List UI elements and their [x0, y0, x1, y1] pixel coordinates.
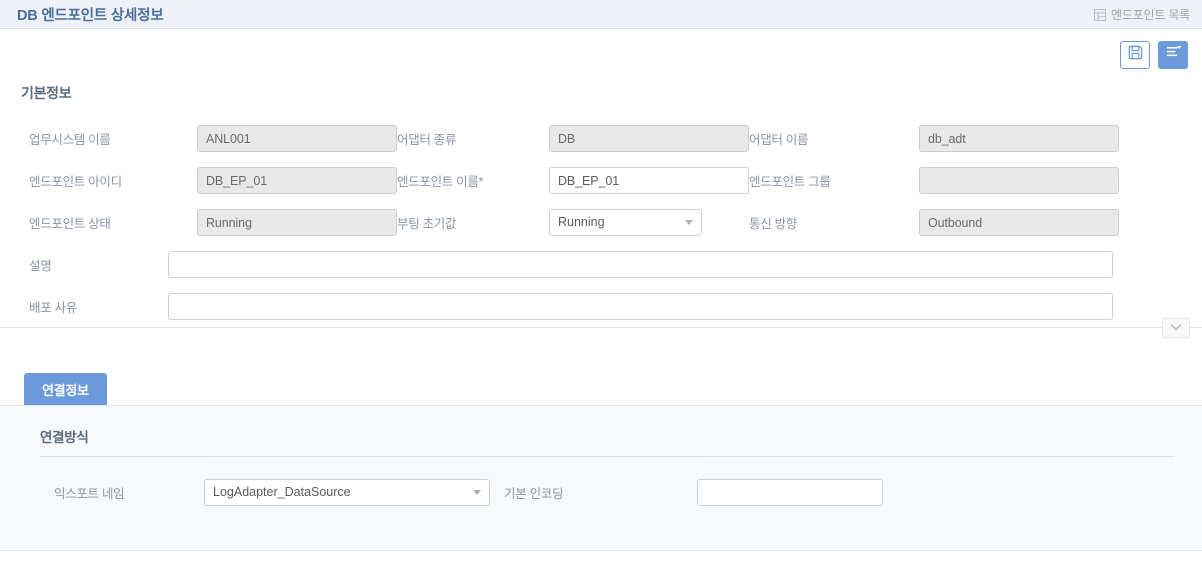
page-title: DB 엔드포인트 상세정보	[17, 4, 163, 25]
field-business-system-name: ANL001	[197, 117, 397, 159]
basic-info-panel: 기본정보 업무시스템 이름 ANL001 어댑터 종류 DB 어댑터 이름 db…	[0, 83, 1202, 349]
field-endpoint-id: DB_EP_01	[197, 159, 397, 201]
input-endpoint-group[interactable]	[919, 167, 1119, 194]
label-boot-initial-value: 부팅 초기값	[397, 201, 549, 243]
field-export-name: LogAdapter_DataSource	[204, 471, 504, 513]
label-export-name: 익스포트 네임	[54, 471, 204, 513]
list-dropdown-icon	[1165, 45, 1182, 65]
chevron-down-icon	[473, 490, 481, 495]
connection-method-title: 연결방식	[40, 426, 1202, 446]
basic-info-title: 기본정보	[21, 83, 1202, 103]
connection-grid: 익스포트 네임 LogAdapter_DataSource 기본 인코딩	[0, 471, 1202, 513]
input-deploy-reason[interactable]	[168, 293, 1113, 320]
select-boot-initial-value-text: Running	[558, 215, 605, 229]
save-floppy-icon	[1128, 45, 1143, 65]
label-adapter-name: 어댑터 이름	[749, 117, 919, 159]
tab-connection-info[interactable]: 연결정보	[24, 373, 107, 405]
chevron-down-icon	[685, 220, 693, 225]
collapse-basic-info-button[interactable]	[1162, 318, 1190, 338]
more-actions-button[interactable]	[1158, 41, 1188, 69]
input-adapter-name[interactable]: db_adt	[919, 125, 1119, 152]
input-endpoint-id[interactable]: DB_EP_01	[197, 167, 397, 194]
field-communication-direction: Outbound	[919, 201, 1119, 243]
chevron-down-icon	[1170, 320, 1181, 331]
tab-bar: 연결정보	[0, 370, 1202, 406]
select-boot-initial-value[interactable]: Running	[549, 209, 702, 236]
row-deploy-reason: 배포 사유	[0, 285, 1202, 327]
endpoint-list-link-label: 엔드포인트 목록	[1111, 6, 1190, 23]
select-export-name[interactable]: LogAdapter_DataSource	[204, 479, 490, 506]
input-endpoint-status[interactable]: Running	[197, 209, 397, 236]
list-table-icon	[1094, 9, 1106, 21]
input-description[interactable]	[168, 251, 1113, 278]
toolbar	[0, 29, 1202, 83]
row-description: 설명	[0, 243, 1202, 285]
field-endpoint-group	[919, 159, 1119, 201]
label-deploy-reason: 배포 사유	[29, 285, 168, 327]
label-endpoint-name: 엔드포인트 이름*	[397, 159, 549, 201]
endpoint-list-link[interactable]: 엔드포인트 목록	[1094, 6, 1190, 23]
label-business-system-name: 업무시스템 이름	[29, 117, 197, 159]
input-endpoint-name[interactable]: DB_EP_01	[549, 167, 749, 194]
label-description: 설명	[29, 243, 168, 285]
page-header: DB 엔드포인트 상세정보 엔드포인트 목록	[0, 0, 1202, 29]
field-default-encoding	[697, 471, 897, 513]
header-actions: 엔드포인트 목록	[1094, 0, 1190, 29]
input-adapter-type[interactable]: DB	[549, 125, 749, 152]
input-business-system-name[interactable]: ANL001	[197, 125, 397, 152]
field-adapter-name: db_adt	[919, 117, 1119, 159]
field-endpoint-status: Running	[197, 201, 397, 243]
label-adapter-type: 어댑터 종류	[397, 117, 549, 159]
connection-divider	[40, 456, 1174, 457]
toolbar-buttons	[1120, 41, 1188, 69]
field-boot-initial-value: Running	[549, 201, 749, 243]
input-communication-direction[interactable]: Outbound	[919, 209, 1119, 236]
label-endpoint-status: 엔드포인트 상태	[29, 201, 197, 243]
label-endpoint-id: 엔드포인트 아이디	[29, 159, 197, 201]
label-endpoint-group: 엔드포인트 그룹	[749, 159, 919, 201]
save-button[interactable]	[1120, 41, 1150, 69]
label-default-encoding: 기본 인코딩	[504, 471, 697, 513]
collapse-row	[0, 327, 1202, 349]
input-default-encoding[interactable]	[697, 479, 883, 506]
connection-info-panel: 연결방식 익스포트 네임 LogAdapter_DataSource 기본 인코…	[0, 406, 1202, 551]
label-communication-direction: 통신 방향	[749, 201, 919, 243]
field-adapter-type: DB	[549, 117, 749, 159]
basic-info-grid: 업무시스템 이름 ANL001 어댑터 종류 DB 어댑터 이름 db_adt …	[0, 117, 1202, 243]
field-endpoint-name: DB_EP_01	[549, 159, 749, 201]
select-export-name-text: LogAdapter_DataSource	[213, 485, 351, 499]
tab-connection-info-label: 연결정보	[42, 380, 89, 399]
